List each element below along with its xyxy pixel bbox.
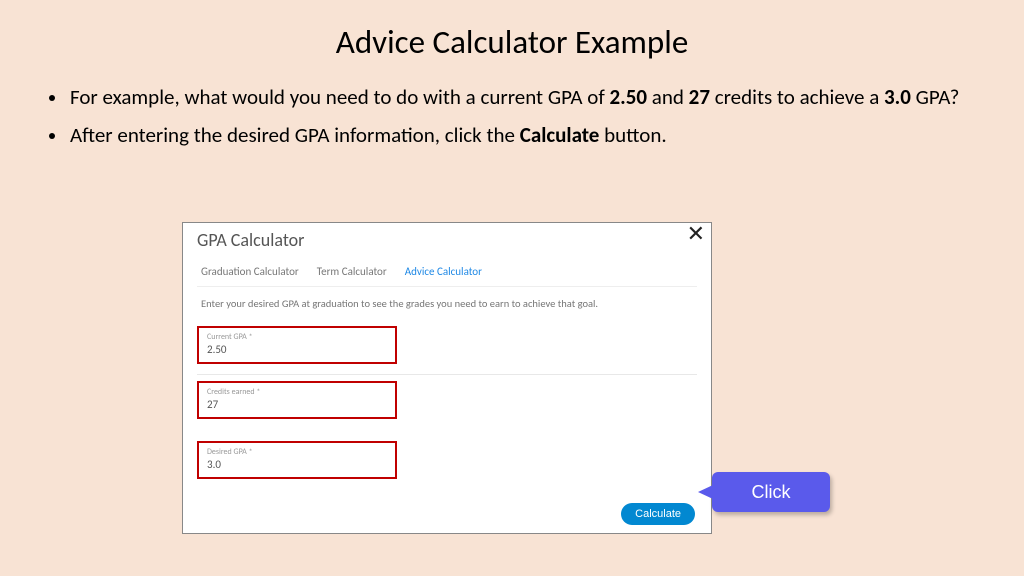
field-credits-earned[interactable]: Credits earned * 27 <box>197 381 397 419</box>
text: After entering the desired GPA informati… <box>70 122 520 148</box>
click-callout: Click <box>712 472 830 512</box>
field-label: Credits earned * <box>207 387 387 397</box>
calculate-button[interactable]: Calculate <box>621 503 695 525</box>
field-label: Current GPA * <box>207 332 387 342</box>
field-value: 3.0 <box>207 457 387 471</box>
text: GPA? <box>911 84 959 110</box>
field-label: Desired GPA * <box>207 447 387 457</box>
field-desired-gpa[interactable]: Desired GPA * 3.0 <box>197 441 397 479</box>
text: For example, what would you need to do w… <box>70 84 610 110</box>
tab-row: Graduation Calculator Term Calculator Ad… <box>197 257 697 287</box>
bullet-2: After entering the desired GPA informati… <box>68 122 976 148</box>
text: and <box>647 84 689 110</box>
text-bold: 2.50 <box>610 84 648 110</box>
text-bold: 27 <box>689 84 710 110</box>
bullet-list: For example, what would you need to do w… <box>0 62 1024 171</box>
text: credits to achieve a <box>710 84 884 110</box>
text-bold: Calculate <box>520 122 600 148</box>
tab-graduation[interactable]: Graduation Calculator <box>201 265 299 278</box>
divider <box>197 374 697 375</box>
bullet-1: For example, what would you need to do w… <box>68 84 976 110</box>
tab-advice[interactable]: Advice Calculator <box>405 265 482 278</box>
tab-term[interactable]: Term Calculator <box>317 265 387 278</box>
text: button. <box>599 122 666 148</box>
gpa-calculator-panel: ✕ GPA Calculator Graduation Calculator T… <box>182 222 712 534</box>
close-icon[interactable]: ✕ <box>687 220 705 247</box>
panel-hint: Enter your desired GPA at graduation to … <box>197 297 697 310</box>
field-current-gpa[interactable]: Current GPA * 2.50 <box>197 326 397 364</box>
slide-title: Advice Calculator Example <box>0 0 1024 62</box>
panel-title: GPA Calculator <box>197 229 697 257</box>
text-bold: 3.0 <box>884 84 911 110</box>
field-value: 2.50 <box>207 342 387 356</box>
field-value: 27 <box>207 397 387 411</box>
